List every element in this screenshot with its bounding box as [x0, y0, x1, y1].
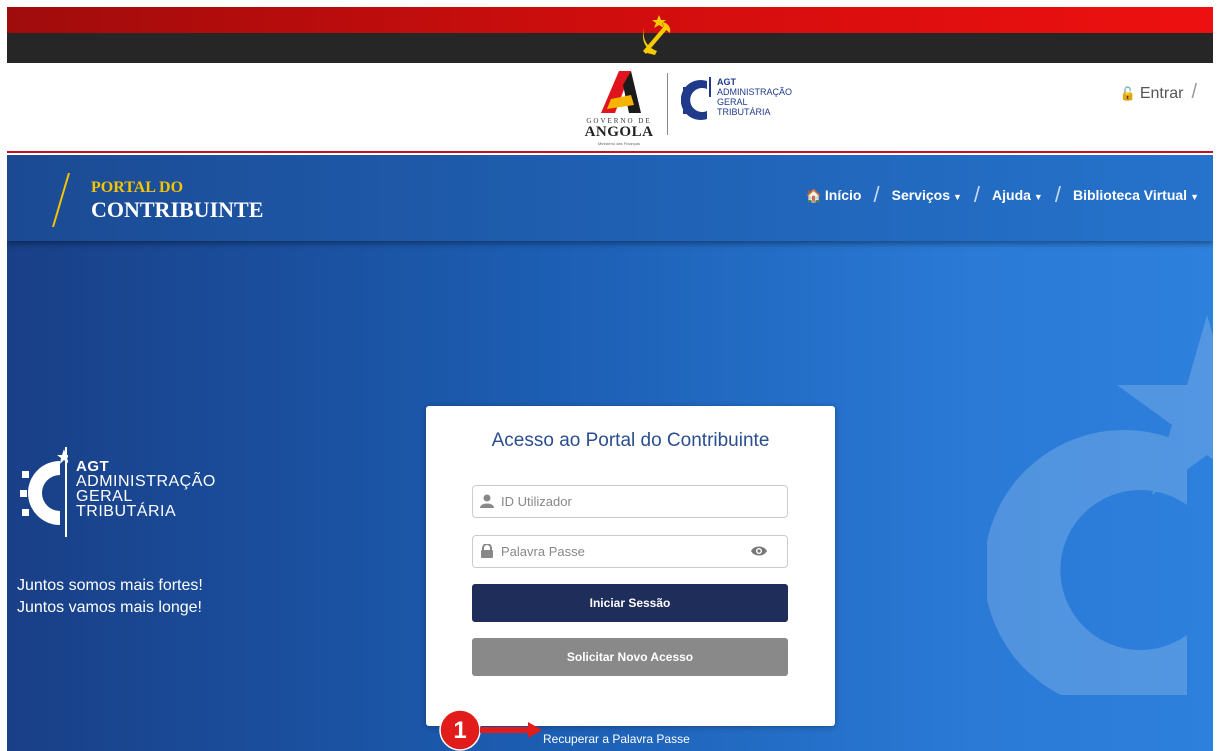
nav-item-inicio-label: Início — [824, 186, 862, 203]
login-title: Acesso ao Portal do Contribuinte — [491, 430, 770, 451]
flag-black-band — [7, 33, 1213, 63]
agt-abbr: AGT — [717, 77, 736, 87]
user-id-input[interactable] — [501, 486, 751, 517]
nav-item-servicos[interactable]: Serviços ▼ — [892, 187, 962, 203]
nav-item-biblioteca[interactable]: Biblioteca Virtual ▼ — [1073, 187, 1199, 203]
annotation-number: 1 — [453, 717, 466, 744]
agt-line3: TRIBUTÁRIA — [717, 107, 771, 117]
page: GOVERNO DE ANGOLA Ministério das Finança… — [0, 0, 1220, 751]
brand-slash-icon — [52, 173, 70, 227]
nav-separator: / — [873, 182, 880, 207]
nav-item-ajuda[interactable]: Ajuda ▼ — [992, 187, 1043, 203]
nav-item-servicos-label: Serviços — [891, 187, 950, 203]
agt-header-text: AGT ADMINISTRAÇÃO GERAL TRIBUTÁRIA — [717, 77, 792, 117]
lock-icon — [481, 544, 493, 558]
user-icon — [480, 494, 494, 508]
home-icon: 🏠 — [805, 187, 822, 203]
nav-item-inicio[interactable]: 🏠 Início — [806, 187, 862, 204]
user-id-field[interactable] — [472, 485, 788, 518]
login-card: Acesso ao Portal do Contribuinte ID Util… — [426, 406, 835, 726]
logo-divider — [667, 73, 668, 135]
flag-red-band — [7, 7, 1213, 33]
caret-down-icon: ▼ — [952, 192, 962, 202]
slogan-line2: Juntos vamos mais longe! — [17, 599, 202, 616]
angola-label: ANGOLA — [584, 124, 654, 140]
main-navbar: PORTAL DO CONTRIBUINTE 🏠 Início / Serviço… — [7, 155, 1213, 241]
caret-down-icon: ▼ — [1033, 192, 1043, 202]
password-field[interactable] — [472, 535, 788, 568]
login-link-label: Entrar — [1139, 85, 1184, 102]
agt-gear-icon — [681, 77, 711, 120]
annotation-callout: 1 — [439, 709, 542, 751]
eye-icon[interactable] — [751, 545, 767, 557]
brand-line2: CONTRIBUINTE — [91, 197, 264, 222]
agt-header-logo: AGT ADMINISTRAÇÃO GERAL TRIBUTÁRIA — [677, 73, 837, 133]
nav-separator: / — [973, 182, 981, 207]
governo-angola-mark-icon — [601, 71, 641, 113]
agt-line2: GERAL — [717, 97, 748, 107]
slogan-line1: Juntos somos mais fortes! — [17, 577, 203, 594]
nav-separator: / — [1054, 182, 1061, 207]
nav-item-biblioteca-label: Biblioteca Virtual — [1072, 187, 1188, 203]
header-separator: / — [1191, 81, 1197, 103]
top-header: GOVERNO DE ANGOLA Ministério das Finança… — [7, 63, 1213, 153]
unlock-icon: 🔓 — [1119, 86, 1136, 101]
ministerio-label: Ministério das Finanças — [597, 141, 641, 146]
password-input[interactable] — [501, 536, 751, 567]
agt-gear-white-icon — [20, 447, 68, 537]
agt-hero-text: AGT ADMINISTRAÇÃO GERAL TRIBUTÁRIA — [76, 459, 216, 520]
flag-banner — [7, 7, 1213, 63]
caret-down-icon: ▼ — [1190, 192, 1199, 202]
brand-line1: PORTAL DO — [91, 179, 184, 196]
nav-menu: 🏠 Início / Serviços ▼ / Ajuda ▼ / Bibliotec… — [806, 182, 1199, 207]
governo-angola-logo: GOVERNO DE ANGOLA Ministério das Finança… — [571, 71, 667, 147]
request-access-button[interactable]: Solicitar Novo Acesso — [472, 638, 788, 676]
agt-hero-line3: TRIBUTÁRIA — [76, 503, 177, 520]
agt-hero-logo: AGT ADMINISTRAÇÃO GERAL TRIBUTÁRIA — [15, 443, 235, 543]
background-gear-icon — [987, 315, 1213, 695]
portal-brand[interactable]: PORTAL DO CONTRIBUINTE — [51, 169, 311, 229]
recover-password-link[interactable]: Recuperar a Palavra Passe — [543, 732, 690, 746]
slogan: Juntos somos mais fortes! Juntos vamos m… — [17, 575, 203, 619]
angola-emblem-icon — [642, 15, 671, 55]
nav-item-ajuda-label: Ajuda — [992, 187, 1031, 203]
hero-section: PORTAL DO CONTRIBUINTE 🏠 Início / Serviço… — [7, 155, 1213, 751]
login-link[interactable]: 🔓 Entrar / — [1120, 81, 1197, 104]
agt-line1: ADMINISTRAÇÃO — [717, 87, 793, 97]
login-button[interactable]: Iniciar Sessão — [472, 584, 788, 622]
